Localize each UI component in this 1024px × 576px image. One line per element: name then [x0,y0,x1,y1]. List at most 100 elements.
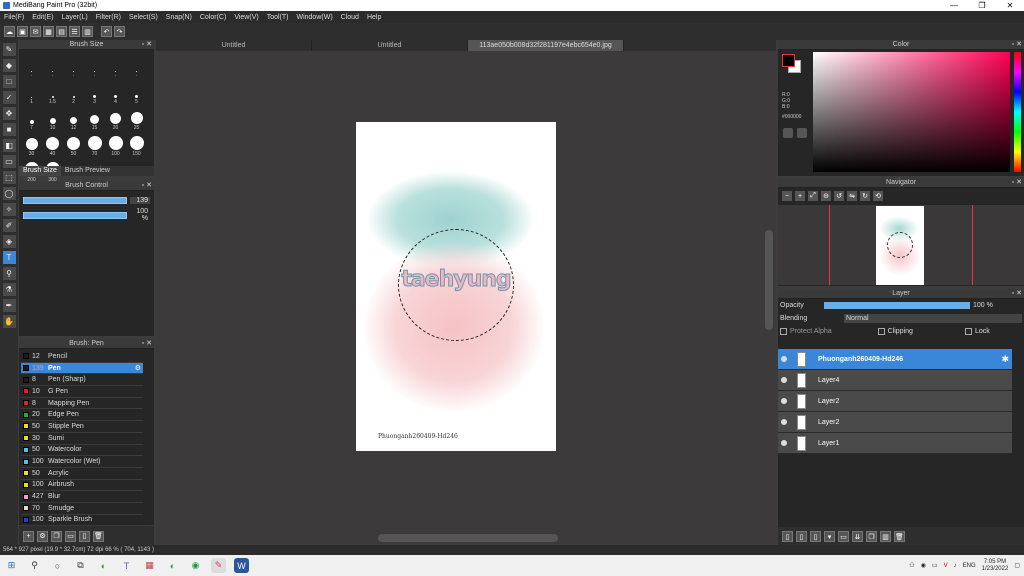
brush-item[interactable]: 20 Edge Pen [21,409,143,422]
merge-down-icon[interactable]: ⇊ [852,531,863,542]
add-brush-icon[interactable]: + [23,530,34,542]
visibility-eye-icon[interactable] [781,419,787,425]
saturation-value-picker[interactable] [813,52,1010,172]
brush-size-cell[interactable]: 40 [42,133,63,157]
chat-icon[interactable]: ✉ [30,26,41,37]
rotate-right-icon[interactable]: ↻ [860,191,870,201]
add-layer-menu-icon[interactable]: ▾ [824,531,835,542]
brush-size-cell[interactable]: 7 [21,107,42,131]
vertical-scrollbar[interactable] [765,230,773,330]
eraser-tool-icon[interactable]: ◆ [2,59,16,72]
select-rect-icon[interactable]: ⬚ [2,171,16,184]
horizontal-scrollbar[interactable] [378,534,558,542]
brush-size-cell[interactable]: 50 [63,133,84,157]
flip-icon[interactable]: ⇋ [847,191,857,201]
brush-item[interactable]: 12 Pencil [21,351,143,363]
zoom-actual-icon[interactable]: ⊖ [821,191,831,201]
brush-size-cell[interactable]: 150 [126,133,147,157]
brush-item[interactable]: 10 G Pen [21,386,143,398]
palette-icon[interactable] [783,128,793,138]
page-icon[interactable]: ▯ [79,530,90,542]
brush-item[interactable]: 427 Blur [21,491,143,503]
undo-icon[interactable]: ↶ [101,26,112,37]
brush-settings-icon[interactable]: ⚙ [135,364,141,372]
layer-row[interactable]: Layer2 [778,391,1012,412]
zoom-out-icon[interactable]: − [782,191,792,201]
brush-item[interactable]: 50 Stipple Pen [21,421,143,433]
layer-opacity-slider[interactable] [824,302,970,309]
word-icon[interactable]: W [234,558,249,573]
bucket-tool-icon[interactable]: ◧ [2,139,16,152]
brush-size-cell[interactable]: 30 [21,133,42,157]
layer-row[interactable]: Layer2 [778,412,1012,433]
visibility-eye-icon[interactable] [781,398,787,404]
brush-size-cell[interactable]: 12 [63,107,84,131]
foreground-color-swatch[interactable] [782,54,795,67]
brush-item[interactable]: 50 Watercolor [21,445,143,457]
brush-size-cell[interactable]: · [84,55,105,79]
lasso-tool-icon[interactable]: ◯ [2,187,16,200]
brush-size-cell[interactable]: 25 [126,107,147,131]
menu-color[interactable]: Color(C) [196,14,230,21]
app-green-icon[interactable]: ◐ [96,558,111,573]
menu-layer[interactable]: Layer(L) [58,14,92,21]
layer-row[interactable]: Phuonganh260409-Hd246 ✱ [778,349,1012,370]
document-canvas[interactable]: taehyung Phuonganh260409-Hd246 [356,122,556,451]
magic-wand-icon[interactable]: ✧ [2,203,16,216]
layer-settings-icon[interactable]: ▥ [880,531,891,542]
reset-view-icon[interactable]: ⟲ [873,191,883,201]
folder-icon[interactable]: ▭ [838,531,849,542]
menu-snap[interactable]: Snap(N) [162,14,196,21]
operation-tool-icon[interactable]: ⚲ [2,267,16,280]
panel-close-icon[interactable]: ▫ ✕ [1012,289,1022,298]
brush-item[interactable]: 8 Pen (Sharp) [21,374,143,387]
brush-item[interactable]: 50 Acrylic [21,468,143,480]
tab-brush-size[interactable]: Brush Size [19,166,61,176]
panel-close-icon[interactable]: ▫ ✕ [142,40,152,49]
brush-item[interactable]: 70 Smudge [21,503,143,515]
new-8bit-layer-icon[interactable]: ▯ [796,531,807,542]
panel-close-icon[interactable]: ▫ ✕ [142,339,152,348]
brush-size-cell[interactable]: · [21,55,42,79]
brush-opacity-slider[interactable] [23,211,127,219]
vpn-icon[interactable]: V [944,563,948,569]
notification-icon[interactable]: ▢ [1014,562,1020,569]
menu-help[interactable]: Help [363,14,385,21]
tray-app-icon[interactable]: ◉ [921,562,926,569]
fit-icon[interactable]: ⤢ [808,191,818,201]
brush-item[interactable]: 100 Airbrush [21,480,143,492]
menu-window[interactable]: Window(W) [292,14,336,21]
new-layer-icon[interactable]: ▯ [782,531,793,542]
clock[interactable]: 7:05 PM 1/23/2022 [982,559,1009,573]
battery-icon[interactable]: ▭ [932,562,938,569]
brush-item[interactable]: 100 Watercolor (Wet) [21,456,143,468]
duplicate-layer-icon[interactable]: ❐ [866,531,877,542]
menu-filter[interactable]: Filter(R) [92,14,125,21]
close-button[interactable]: ✕ [996,1,1024,10]
panel-icon[interactable]: ▤ [56,26,67,37]
menu-file[interactable]: File(F) [0,14,28,21]
brush-size-cell[interactable]: 70 [84,133,105,157]
save-icon[interactable]: ▣ [17,26,28,37]
brush-tool-icon[interactable]: ✎ [2,43,16,56]
protect-alpha-checkbox[interactable] [780,328,787,335]
copy-brush-icon[interactable]: ❐ [51,530,62,542]
select-pen-icon[interactable]: ✓ [2,91,16,104]
visibility-eye-icon[interactable] [781,356,787,362]
maximize-button[interactable]: ❐ [968,1,996,10]
medibang-icon[interactable]: ✎ [211,558,226,573]
eyedropper-tool-icon[interactable]: ⚗ [2,283,16,296]
brush-item[interactable]: 139 Pen ⚙ [21,362,143,375]
select-brush-icon[interactable]: ✐ [2,219,16,232]
panel-close-icon[interactable]: ▫ ✕ [1012,178,1022,187]
fg-bg-swatches[interactable] [782,54,801,73]
panel-close-icon[interactable]: ▫ ✕ [1012,40,1022,49]
visibility-eye-icon[interactable] [781,377,787,383]
hue-slider[interactable] [1014,52,1021,172]
rect-tool-icon[interactable]: □ [2,75,16,88]
list-icon[interactable]: ☰ [69,26,80,37]
layer-row[interactable]: Layer1 [778,433,1012,454]
menu-edit[interactable]: Edit(E) [28,14,57,21]
swap-color-icon[interactable] [797,128,807,138]
pen-tool-icon[interactable]: ✒ [2,299,16,312]
